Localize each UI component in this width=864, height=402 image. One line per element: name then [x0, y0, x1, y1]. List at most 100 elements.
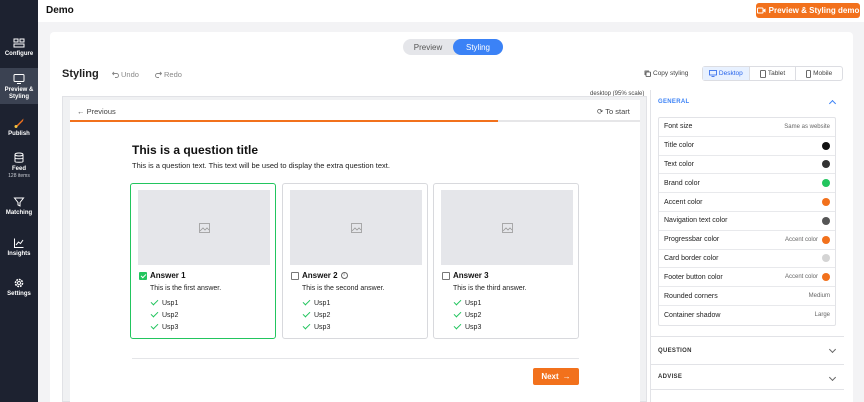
setting-label: Title color	[664, 142, 695, 150]
database-icon	[14, 152, 24, 163]
setting-row[interactable]: Title color	[659, 137, 835, 156]
setting-row[interactable]: Font size Same as website	[659, 118, 835, 137]
sidebar-item-insights[interactable]: Insights	[0, 237, 38, 259]
section-general-header[interactable]: GENERAL	[651, 94, 844, 110]
setting-label: Container shadow	[664, 311, 721, 319]
setting-control: Large	[815, 312, 830, 318]
check-icon	[453, 297, 462, 306]
redo-label: Redo	[164, 70, 182, 79]
color-swatch[interactable]	[822, 160, 830, 169]
tab-styling[interactable]: Styling	[453, 39, 503, 55]
sidebar-item-label: Insights	[7, 251, 31, 257]
color-swatch[interactable]	[822, 254, 830, 263]
filter-icon	[13, 197, 25, 207]
sidebar-item-settings[interactable]: Settings	[0, 277, 38, 299]
device-desktop[interactable]: Desktop	[703, 67, 750, 80]
setting-label: Rounded corners	[664, 292, 718, 300]
answer-card-3[interactable]: Answer 3 This is the third answer. Usp1 …	[433, 183, 579, 339]
configure-icon	[13, 38, 25, 48]
setting-control	[822, 179, 830, 188]
answer-checkbox[interactable]	[139, 272, 147, 280]
sidebar-item-publish[interactable]: Publish	[0, 117, 38, 139]
sidebar-item-label: Matching	[5, 210, 33, 216]
check-icon	[302, 321, 311, 330]
usp-item: Usp2	[453, 309, 481, 321]
setting-row[interactable]: Accent color	[659, 193, 835, 212]
check-icon	[150, 297, 159, 306]
demo-button[interactable]: Preview & Styling demo	[756, 3, 860, 18]
page-title: Styling	[62, 68, 99, 80]
setting-value: Medium	[808, 293, 830, 300]
color-swatch[interactable]	[822, 235, 830, 244]
setting-row[interactable]: Card border color	[659, 250, 835, 269]
answer-checkbox[interactable]	[291, 272, 299, 280]
answer-description: This is the first answer.	[150, 285, 222, 292]
usp-label: Usp1	[465, 299, 482, 307]
to-start-button[interactable]: ⟳ To start	[597, 107, 630, 116]
style-settings-panel: GENERAL Font size Same as website Title co…	[650, 90, 844, 402]
answer-card-1[interactable]: Answer 1 This is the first answer. Usp1 …	[130, 183, 276, 339]
top-bar: Demo ? Preview & Styling demo	[38, 0, 864, 22]
check-icon	[302, 309, 311, 318]
setting-control	[822, 198, 830, 207]
quiz-preview: ← Previous ⟳ To start This is a question…	[70, 100, 640, 402]
copy-icon	[644, 70, 651, 77]
usp-item: Usp1	[302, 297, 331, 309]
setting-row[interactable]: Container shadow Large	[659, 306, 835, 325]
color-swatch[interactable]	[822, 198, 830, 207]
previous-button[interactable]: ← Previous	[77, 107, 116, 116]
setting-value: Accent color	[784, 236, 818, 243]
answer-image-placeholder	[290, 190, 422, 265]
question-text: This is a question text. This text will …	[132, 161, 390, 170]
device-mobile[interactable]: Mobile	[796, 67, 842, 80]
answer-card-2[interactable]: Answer 2i This is the second answer. Usp…	[282, 183, 428, 339]
sidebar-item-preview-styling[interactable]: Preview & Styling	[0, 68, 38, 104]
tab-preview[interactable]: Preview	[403, 39, 453, 55]
section-title: GENERAL	[658, 99, 690, 105]
color-swatch[interactable]	[822, 179, 830, 188]
sidebar-item-configure[interactable]: Configure	[0, 37, 38, 61]
general-settings-list: Font size Same as website Title color Text …	[658, 117, 836, 326]
progress-fill	[70, 120, 498, 122]
answer-description: This is the third answer.	[453, 285, 527, 292]
device-label: Desktop	[718, 70, 743, 77]
undo-button[interactable]: Undo	[112, 70, 139, 79]
color-swatch[interactable]	[822, 216, 830, 225]
image-icon	[350, 222, 362, 233]
color-swatch[interactable]	[822, 273, 830, 282]
setting-row[interactable]: Brand color	[659, 174, 835, 194]
setting-label: Text color	[664, 160, 694, 168]
usp-label: Usp3	[162, 323, 179, 331]
usp-label: Usp1	[314, 299, 331, 307]
tablet-icon	[759, 69, 766, 78]
footer-divider	[132, 358, 579, 359]
chevron-up-icon	[828, 99, 837, 108]
copy-styling-button[interactable]: Copy styling	[644, 70, 688, 77]
section-question-header[interactable]: QUESTION	[651, 336, 844, 364]
setting-row[interactable]: Footer button color Accent color	[659, 268, 835, 288]
answer-image-placeholder	[441, 190, 573, 265]
sidebar-item-matching[interactable]: Matching	[0, 196, 38, 218]
setting-row[interactable]: Rounded corners Medium	[659, 287, 835, 306]
color-swatch[interactable]	[822, 141, 830, 150]
setting-control	[822, 216, 830, 225]
setting-row[interactable]: Navigation text color	[659, 212, 835, 231]
sidebar-item-label: Configure	[4, 51, 34, 57]
previous-label: Previous	[86, 107, 116, 116]
usp-list: Usp1 Usp2 Usp3	[453, 297, 482, 333]
answer-title: Answer 2i	[302, 271, 348, 280]
section-title: QUESTION	[658, 347, 692, 354]
section-advise-header[interactable]: ADVISE	[651, 364, 844, 390]
answer-checkbox[interactable]	[442, 272, 450, 280]
to-start-label: To start	[605, 107, 630, 116]
next-button[interactable]: Next →	[533, 368, 579, 385]
device-tablet[interactable]: Tablet	[750, 67, 797, 80]
sidebar-item-feed[interactable]: Feed 128 items	[0, 152, 38, 182]
redo-button[interactable]: Redo	[155, 70, 182, 79]
sidebar-item-label: Publish	[8, 131, 30, 137]
sidebar-item-label: Preview & Styling	[4, 87, 34, 100]
setting-row[interactable]: Text color	[659, 156, 835, 175]
mobile-icon	[806, 69, 811, 78]
setting-row[interactable]: Progressbar color Accent color	[659, 231, 835, 250]
info-icon[interactable]: i	[340, 272, 348, 279]
